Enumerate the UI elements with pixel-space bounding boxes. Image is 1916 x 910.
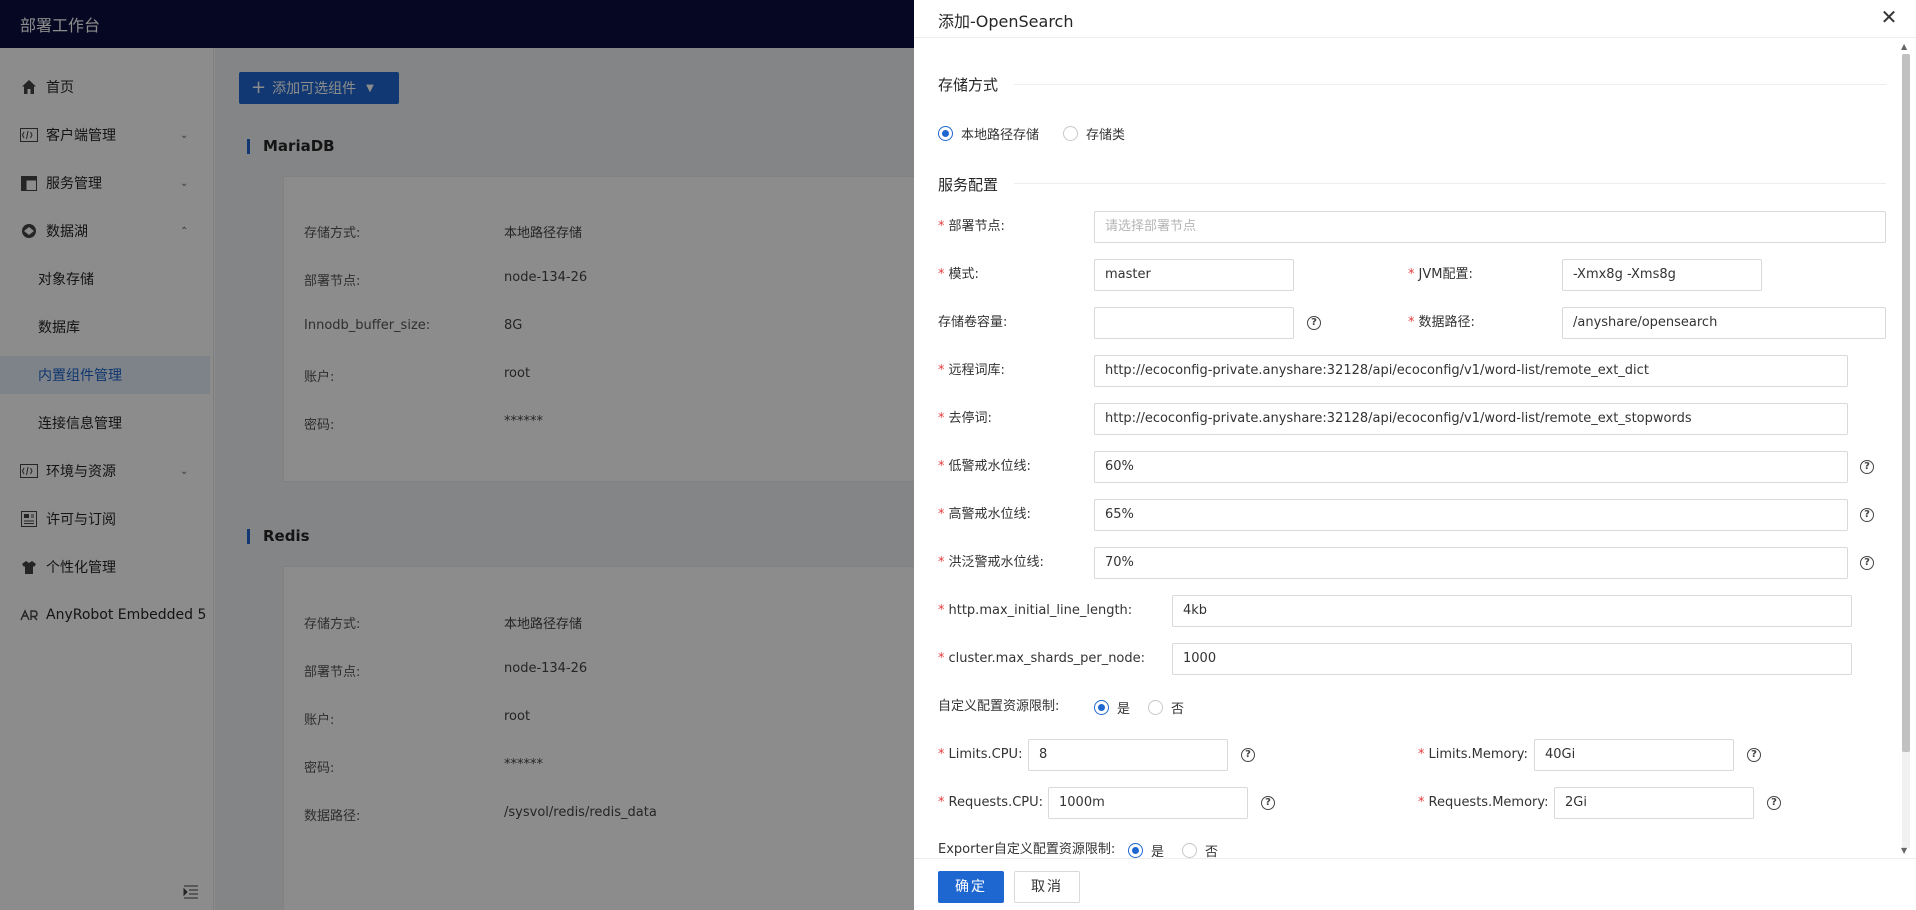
- divider: [1014, 84, 1886, 85]
- mode-input[interactable]: master: [1094, 259, 1294, 291]
- help-icon[interactable]: ?: [1860, 556, 1874, 570]
- requests-cpu-input[interactable]: 1000m: [1048, 787, 1248, 819]
- radio-checked: [938, 125, 953, 141]
- high-watermark-label: * 高警戒水位线:: [938, 507, 1031, 522]
- group-title-service: 服务配置: [938, 176, 999, 194]
- stopwords-input[interactable]: http://ecoconfig-private.anyshare:32128/…: [1094, 403, 1848, 435]
- limits-cpu-input[interactable]: 8: [1028, 739, 1228, 771]
- mode-label: * 模式:: [938, 267, 979, 282]
- max-shards-label: * cluster.max_shards_per_node:: [938, 651, 1146, 666]
- divider: [1014, 183, 1886, 184]
- drawer-header: 添加-OpenSearch ✕: [914, 0, 1916, 38]
- limits-memory-label: * Limits.Memory:: [1418, 747, 1528, 762]
- custom-limit-label: 自定义配置资源限制:: [938, 699, 1060, 714]
- requests-memory-input[interactable]: 2Gi: [1554, 787, 1754, 819]
- add-opensearch-drawer: 添加-OpenSearch ✕ 存储方式 本地路径存储 存储类 服务配置 * 部署…: [914, 0, 1916, 910]
- stopwords-label: * 去停词:: [938, 411, 992, 426]
- scroll-thumb[interactable]: [1902, 54, 1910, 752]
- radio-unchecked: [1148, 699, 1163, 715]
- help-icon[interactable]: ?: [1241, 748, 1255, 762]
- max-line-input[interactable]: 4kb: [1172, 595, 1852, 627]
- radio-checked: [1128, 842, 1143, 858]
- limits-memory-input[interactable]: 40Gi: [1534, 739, 1734, 771]
- node-label: * 部署节点:: [938, 219, 1005, 234]
- low-watermark-label: * 低警戒水位线:: [938, 459, 1031, 474]
- radio-checked: [1094, 699, 1109, 715]
- limits-cpu-label: * Limits.CPU:: [938, 747, 1023, 762]
- confirm-button[interactable]: 确定: [938, 871, 1004, 903]
- radio-local-path[interactable]: 本地路径存储: [938, 123, 1039, 143]
- drawer-footer: 确定 取消: [914, 858, 1916, 910]
- requests-cpu-label: * Requests.CPU:: [938, 795, 1044, 810]
- drawer-scrollbar[interactable]: ▲ ▼: [1898, 42, 1912, 858]
- jvm-label: * JVM配置:: [1408, 267, 1473, 282]
- remote-dict-input[interactable]: http://ecoconfig-private.anyshare:32128/…: [1094, 355, 1848, 387]
- radio-storage-class[interactable]: 存储类: [1063, 123, 1125, 143]
- scroll-up-icon[interactable]: ▲: [1901, 42, 1907, 51]
- high-watermark-input[interactable]: 65%: [1094, 499, 1848, 531]
- data-path-label: * 数据路径:: [1408, 315, 1475, 330]
- help-icon[interactable]: ?: [1860, 460, 1874, 474]
- drawer-title: 添加-OpenSearch: [938, 12, 1074, 31]
- scroll-down-icon[interactable]: ▼: [1901, 846, 1907, 855]
- radio-custom-limit-no[interactable]: 否: [1148, 697, 1184, 717]
- flood-watermark-input[interactable]: 70%: [1094, 547, 1848, 579]
- low-watermark-input[interactable]: 60%: [1094, 451, 1848, 483]
- radio-exporter-limit-yes[interactable]: 是: [1128, 840, 1164, 860]
- help-icon[interactable]: ?: [1307, 316, 1321, 330]
- max-line-label: * http.max_initial_line_length:: [938, 603, 1133, 618]
- close-icon[interactable]: ✕: [1878, 7, 1900, 29]
- radio-unchecked: [1063, 125, 1078, 141]
- max-shards-input[interactable]: 1000: [1172, 643, 1852, 675]
- volume-input[interactable]: [1094, 307, 1294, 339]
- remote-dict-label: * 远程词库:: [938, 363, 1005, 378]
- flood-watermark-label: * 洪泛警戒水位线:: [938, 555, 1044, 570]
- help-icon[interactable]: ?: [1261, 796, 1275, 810]
- volume-label: 存储卷容量:: [938, 315, 1008, 330]
- jvm-input[interactable]: -Xmx8g -Xms8g: [1562, 259, 1762, 291]
- deploy-node-select[interactable]: 请选择部署节点: [1094, 211, 1886, 243]
- group-title-storage: 存储方式: [938, 76, 999, 94]
- data-path-input[interactable]: /anyshare/opensearch: [1562, 307, 1886, 339]
- help-icon[interactable]: ?: [1767, 796, 1781, 810]
- cancel-button[interactable]: 取消: [1014, 871, 1080, 903]
- help-icon[interactable]: ?: [1860, 508, 1874, 522]
- help-icon[interactable]: ?: [1747, 748, 1761, 762]
- radio-custom-limit-yes[interactable]: 是: [1094, 697, 1130, 717]
- requests-memory-label: * Requests.Memory:: [1418, 795, 1549, 810]
- radio-unchecked: [1182, 842, 1197, 858]
- radio-exporter-limit-no[interactable]: 否: [1182, 840, 1218, 860]
